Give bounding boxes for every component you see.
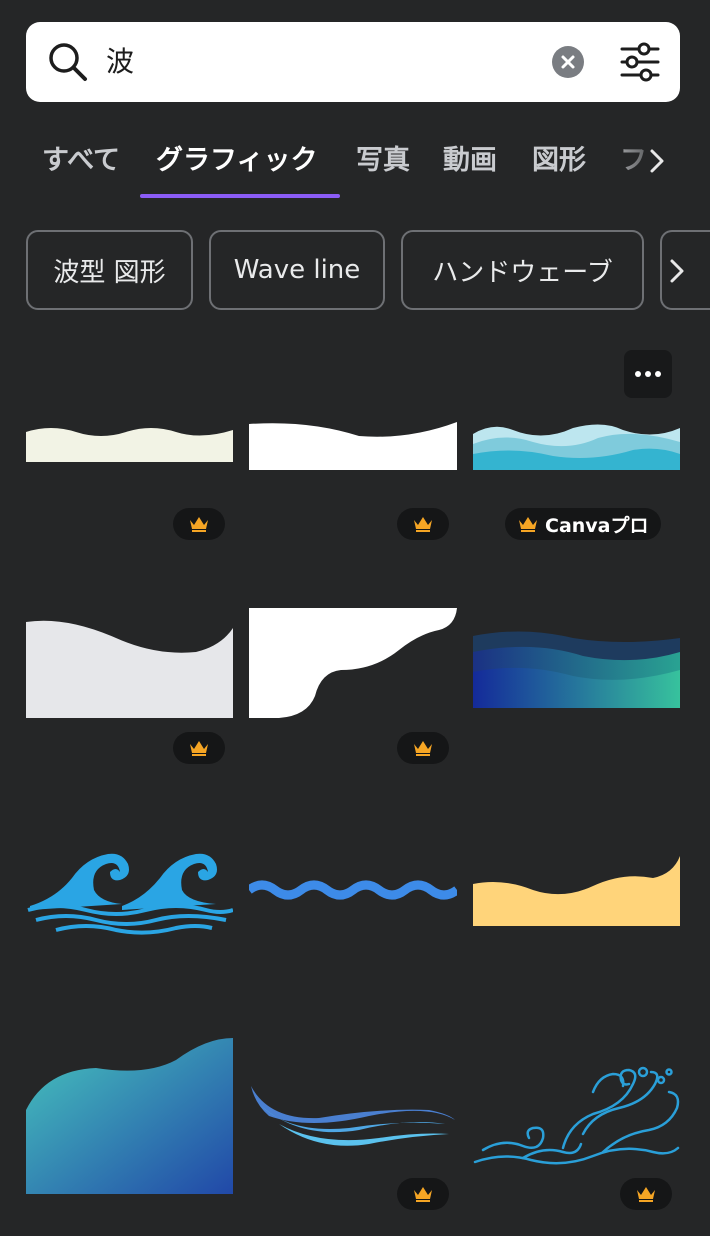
teal-gradient-waves: [473, 631, 680, 708]
filter-sliders-icon[interactable]: [618, 42, 662, 82]
premium-badge: [397, 1178, 449, 1210]
cream-wave-border: [26, 428, 233, 462]
active-tab-indicator: [140, 194, 340, 198]
premium-badge: [397, 508, 449, 540]
tab-all[interactable]: すべて: [42, 138, 120, 177]
graphic-item[interactable]: [26, 420, 233, 550]
graphic-item[interactable]: [249, 608, 457, 768]
graphic-item[interactable]: [26, 608, 233, 768]
graphic-item[interactable]: Canvaプロ: [473, 420, 680, 550]
graphic-item[interactable]: [26, 850, 233, 936]
teal-blue-gradient-wave: [26, 1038, 233, 1194]
graphic-item[interactable]: [249, 1080, 457, 1210]
yellow-wave-shape: [473, 856, 680, 926]
canva-pro-label: Canvaプロ: [545, 514, 649, 537]
tab-graphics[interactable]: グラフィック: [156, 138, 317, 177]
search-bar[interactable]: 波: [26, 22, 680, 102]
white-cloud-corner: [249, 608, 457, 718]
graphic-item[interactable]: [249, 420, 457, 550]
crown-icon: [190, 741, 208, 756]
tab-shapes[interactable]: 図形: [532, 138, 586, 177]
tab-photos[interactable]: 写真: [356, 138, 410, 177]
graphic-item[interactable]: [473, 626, 680, 708]
crown-icon: [637, 1187, 655, 1202]
premium-badge: [397, 732, 449, 764]
crown-icon: [414, 741, 432, 756]
blue-zigzag-line: [249, 880, 457, 900]
premium-badge: [173, 508, 225, 540]
chips-next-button[interactable]: [660, 230, 710, 310]
blue-swoosh-lines: [251, 1086, 455, 1146]
blue-layered-waves: [473, 424, 680, 470]
suggestion-chips: 波型 図形 Wave line ハンドウェーブ: [0, 230, 710, 310]
graphic-item[interactable]: [249, 880, 457, 902]
premium-badge: [173, 732, 225, 764]
graphic-item[interactable]: [26, 1036, 233, 1196]
search-icon: [49, 43, 87, 81]
category-tabs: すべて グラフィック 写真 動画 図形 フ: [0, 130, 710, 200]
ellipsis-icon: [635, 371, 661, 377]
chip-wave-line[interactable]: Wave line: [209, 230, 385, 310]
graphic-item[interactable]: [473, 1064, 680, 1210]
gray-wave-shape: [26, 620, 233, 718]
chip-hand-wave[interactable]: ハンドウェーブ: [401, 230, 644, 310]
chevron-right-icon: [670, 259, 684, 283]
blue-japanese-waves: [27, 853, 233, 935]
crown-icon: [190, 517, 208, 532]
white-curve-banner: [249, 422, 457, 470]
crown-icon: [519, 517, 537, 532]
premium-badge: [620, 1178, 672, 1210]
chevron-right-icon[interactable]: [648, 148, 666, 174]
search-input[interactable]: 波: [106, 42, 134, 82]
crown-icon: [414, 517, 432, 532]
clear-icon[interactable]: [552, 46, 584, 78]
more-options-button[interactable]: [624, 350, 672, 398]
blue-line-art-wave: [473, 1066, 680, 1165]
canva-pro-badge: Canvaプロ: [505, 508, 661, 540]
crown-icon: [414, 1187, 432, 1202]
chip-wave-shape[interactable]: 波型 図形: [26, 230, 193, 310]
graphic-item[interactable]: [473, 856, 680, 928]
tab-videos[interactable]: 動画: [443, 138, 497, 177]
